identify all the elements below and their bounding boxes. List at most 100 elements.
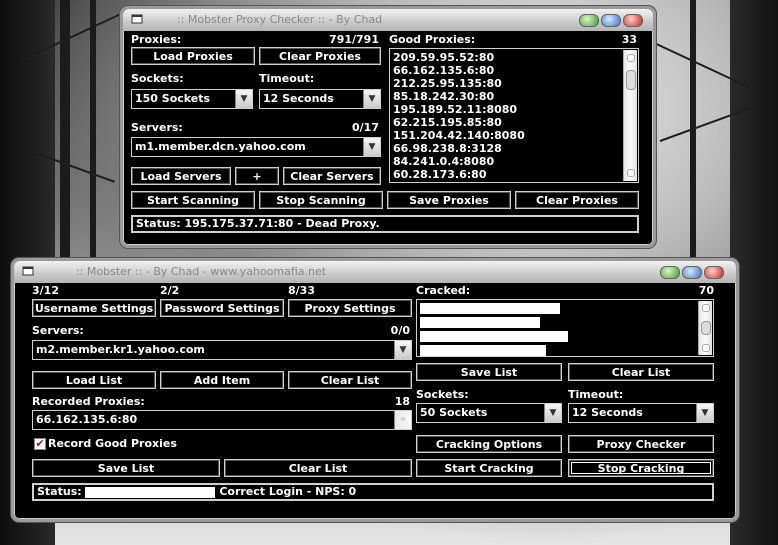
cracking-options-button[interactable]: Cracking Options <box>416 435 562 453</box>
vertical-scrollbar[interactable] <box>623 50 637 181</box>
record-good-proxies-checkbox[interactable]: ✔ <box>34 438 46 450</box>
clear-good-proxies-button[interactable]: Clear Proxies <box>515 191 639 209</box>
username-count: 3/12 <box>32 284 59 297</box>
proxy-checker-titlebar[interactable]: :: Mobster Proxy Checker :: - By Chad <box>123 9 653 31</box>
status-suffix: Correct Login - NPS: 0 <box>219 485 357 498</box>
mobster-titlebar[interactable]: :: Mobster :: - By Chad - www.yahoomafia… <box>14 261 736 283</box>
load-list-button[interactable]: Load List <box>32 371 156 389</box>
scroll-up-icon[interactable] <box>627 54 635 62</box>
server-select[interactable]: m1.member.dcn.yahoo.com ▼ <box>131 137 381 157</box>
password-count: 2/2 <box>160 284 180 297</box>
good-proxies-list[interactable]: 209.59.95.52:80 66.162.135.6:80 212.25.9… <box>389 48 639 183</box>
proxy-count: 8/33 <box>288 284 315 297</box>
timeout-select[interactable]: 12 Seconds ▼ <box>568 403 714 423</box>
clear-list-button-2[interactable]: Clear List <box>224 459 412 477</box>
redacted-entry <box>420 317 540 328</box>
load-servers-button[interactable]: Load Servers <box>131 167 231 185</box>
scroll-down-icon[interactable] <box>702 344 710 352</box>
cracked-list[interactable] <box>416 299 714 357</box>
save-cracked-button[interactable]: Save List <box>416 363 562 381</box>
maximize-button[interactable] <box>601 14 621 27</box>
proxy-checker-window[interactable]: :: Mobster Proxy Checker :: - By Chad Pr… <box>120 6 656 248</box>
chevron-down-icon[interactable]: ▼ <box>235 90 252 108</box>
chevron-down-icon[interactable]: ▼ <box>394 341 411 359</box>
add-server-button[interactable]: + <box>235 167 279 185</box>
list-item[interactable]: 151.204.42.140:8080 <box>390 129 638 142</box>
timeout-label: Timeout: <box>568 388 624 401</box>
app-window-icon <box>131 14 143 24</box>
clear-proxies-button[interactable]: Clear Proxies <box>259 47 381 65</box>
window-title: :: Mobster Proxy Checker :: - By Chad <box>177 13 383 26</box>
servers-count: 0/0 <box>390 324 410 337</box>
username-settings-button[interactable]: Username Settings <box>32 299 156 317</box>
clear-servers-button[interactable]: Clear Servers <box>283 167 381 185</box>
list-item[interactable]: 66.98.238.8:3128 <box>390 142 638 155</box>
server-select[interactable]: m2.member.kr1.yahoo.com ▼ <box>32 340 412 360</box>
password-settings-button[interactable]: Password Settings <box>160 299 284 317</box>
start-scanning-button[interactable]: Start Scanning <box>131 191 255 209</box>
redacted-entry <box>420 331 568 342</box>
good-proxies-label: Good Proxies: <box>389 33 476 46</box>
record-good-proxies-label[interactable]: Record Good Proxies <box>48 437 177 450</box>
scroll-up-icon[interactable] <box>702 304 710 312</box>
recorded-proxies-count: 18 <box>394 395 410 408</box>
list-item[interactable]: 62.215.195.85:80 <box>390 116 638 129</box>
sockets-select[interactable]: 50 Sockets ▼ <box>416 403 562 423</box>
cracked-label: Cracked: <box>416 284 471 297</box>
sockets-value: 150 Sockets <box>135 92 211 105</box>
timeout-value: 12 Seconds <box>263 92 334 105</box>
proxy-settings-button[interactable]: Proxy Settings <box>288 299 412 317</box>
sockets-value: 50 Sockets <box>420 406 488 419</box>
save-proxies-button[interactable]: Save Proxies <box>387 191 511 209</box>
tree-trunk <box>90 0 96 270</box>
maximize-button[interactable] <box>682 266 702 279</box>
status-bar: Status: 195.175.37.71:80 - Dead Proxy. <box>131 215 639 233</box>
list-item[interactable]: 209.59.95.52:80 <box>390 51 638 64</box>
sockets-select[interactable]: 150 Sockets ▼ <box>131 89 253 109</box>
vertical-scrollbar[interactable] <box>698 301 712 355</box>
mobster-window[interactable]: :: Mobster :: - By Chad - www.yahoomafia… <box>11 258 739 522</box>
add-item-button[interactable]: Add Item <box>160 371 284 389</box>
list-item[interactable]: 84.241.0.4:8080 <box>390 155 638 168</box>
status-bar: Status: Correct Login - NPS: 0 <box>32 483 714 501</box>
recorded-proxies-select[interactable]: 66.162.135.6:80 ◦ <box>32 410 412 430</box>
server-value: m2.member.kr1.yahoo.com <box>36 343 205 356</box>
load-proxies-button[interactable]: Load Proxies <box>131 47 255 65</box>
minimize-button[interactable] <box>660 266 680 279</box>
list-item[interactable]: 212.25.95.135:80 <box>390 77 638 90</box>
servers-label: Servers: <box>32 324 84 337</box>
sockets-label: Sockets: <box>131 72 184 85</box>
scroll-down-icon[interactable] <box>627 169 635 177</box>
clear-cracked-button[interactable]: Clear List <box>568 363 714 381</box>
close-button[interactable] <box>623 14 643 27</box>
list-item[interactable]: 60.28.173.6:80 <box>390 168 638 181</box>
timeout-value: 12 Seconds <box>572 406 643 419</box>
chevron-down-icon[interactable]: ▼ <box>363 90 380 108</box>
server-value: m1.member.dcn.yahoo.com <box>135 140 306 153</box>
timeout-select[interactable]: 12 Seconds ▼ <box>259 89 381 109</box>
proxy-checker-button[interactable]: Proxy Checker <box>568 435 714 453</box>
chevron-down-icon[interactable]: ▼ <box>363 138 380 156</box>
close-button[interactable] <box>704 266 724 279</box>
cracked-rows-redacted <box>417 300 713 356</box>
sockets-label: Sockets: <box>416 388 469 401</box>
stop-scanning-button[interactable]: Stop Scanning <box>259 191 383 209</box>
list-item[interactable]: 195.189.52.11:8080 <box>390 103 638 116</box>
minimize-button[interactable] <box>579 14 599 27</box>
redacted-entry <box>420 303 560 314</box>
save-list-button[interactable]: Save List <box>32 459 220 477</box>
chevron-down-icon[interactable]: ▼ <box>696 404 713 422</box>
good-proxies-count: 33 <box>621 33 637 46</box>
servers-label: Servers: <box>131 121 183 134</box>
scroll-spin-icon[interactable]: ◦ <box>394 411 411 429</box>
clear-list-button[interactable]: Clear List <box>288 371 412 389</box>
chevron-down-icon[interactable]: ▼ <box>544 404 561 422</box>
list-item[interactable]: 85.18.242.30:80 <box>390 90 638 103</box>
scroll-thumb[interactable] <box>626 70 636 90</box>
start-cracking-button[interactable]: Start Cracking <box>416 459 562 477</box>
proxies-count: 791/791 <box>329 33 379 46</box>
scroll-thumb[interactable] <box>701 321 711 335</box>
redacted-status-text <box>85 486 216 498</box>
stop-cracking-button[interactable]: Stop Cracking <box>568 459 714 477</box>
list-item[interactable]: 66.162.135.6:80 <box>390 64 638 77</box>
